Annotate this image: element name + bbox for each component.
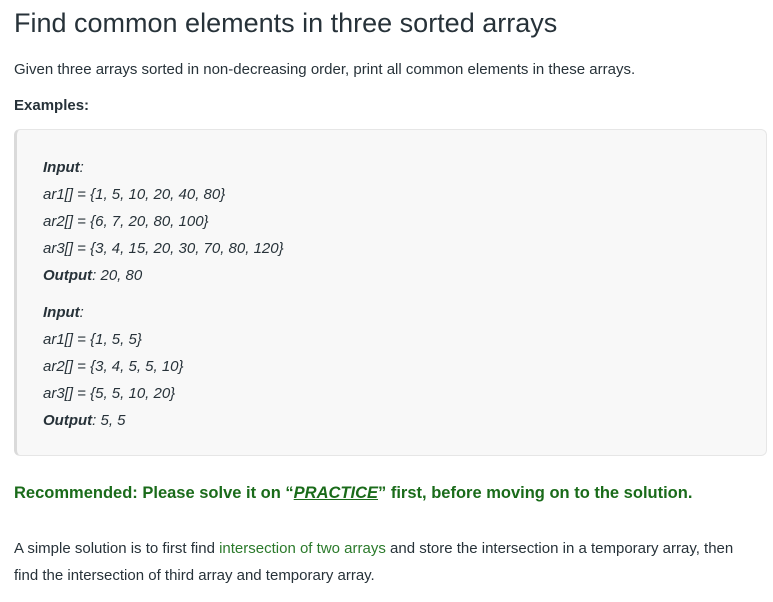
input-label: Input bbox=[43, 159, 80, 176]
example-1: Input: ar1[] = {1, 5, 10, 20, 40, 80} ar… bbox=[43, 154, 284, 289]
input-line: Input: bbox=[43, 154, 284, 181]
intersection-link[interactable]: intersection of two arrays bbox=[219, 540, 386, 557]
examples-heading: Examples: bbox=[14, 97, 90, 114]
array-2-line: ar2[] = {6, 7, 20, 80, 100} bbox=[43, 213, 209, 230]
input-line: Input: bbox=[43, 299, 184, 326]
problem-statement: Given three arrays sorted in non-decreas… bbox=[14, 61, 636, 78]
output-line: Output: 5, 5 bbox=[43, 407, 184, 434]
input-label: Input bbox=[43, 304, 80, 321]
output-label: Output bbox=[43, 267, 93, 284]
recommendation-notice: Recommended: Please solve it on “PRACTIC… bbox=[14, 484, 692, 503]
array-1-line: ar1[] = {1, 5, 10, 20, 40, 80} bbox=[43, 186, 226, 203]
input-colon: : bbox=[79, 159, 84, 176]
page-title: Find common elements in three sorted arr… bbox=[14, 8, 558, 38]
output-value: : 5, 5 bbox=[92, 412, 126, 429]
recommend-prefix: Recommended: Please solve it on “ bbox=[14, 484, 294, 502]
solution-paragraph: A simple solution is to first find inter… bbox=[14, 535, 759, 589]
examples-box: Input: ar1[] = {1, 5, 10, 20, 40, 80} ar… bbox=[14, 129, 767, 456]
recommend-suffix: ” first, before moving on to the solutio… bbox=[378, 484, 693, 502]
practice-link[interactable]: PRACTICE bbox=[294, 484, 378, 502]
array-1-line: ar1[] = {1, 5, 5} bbox=[43, 331, 142, 348]
array-3-line: ar3[] = {3, 4, 15, 20, 30, 70, 80, 120} bbox=[43, 240, 284, 257]
output-value: : 20, 80 bbox=[92, 267, 143, 284]
solution-text-1: A simple solution is to first find bbox=[14, 540, 220, 557]
array-2-line: ar2[] = {3, 4, 5, 5, 10} bbox=[43, 358, 184, 375]
output-label: Output bbox=[43, 412, 93, 429]
example-2: Input: ar1[] = {1, 5, 5} ar2[] = {3, 4, … bbox=[43, 299, 184, 434]
output-line: Output: 20, 80 bbox=[43, 262, 284, 289]
input-colon: : bbox=[79, 304, 84, 321]
array-3-line: ar3[] = {5, 5, 10, 20} bbox=[43, 385, 176, 402]
